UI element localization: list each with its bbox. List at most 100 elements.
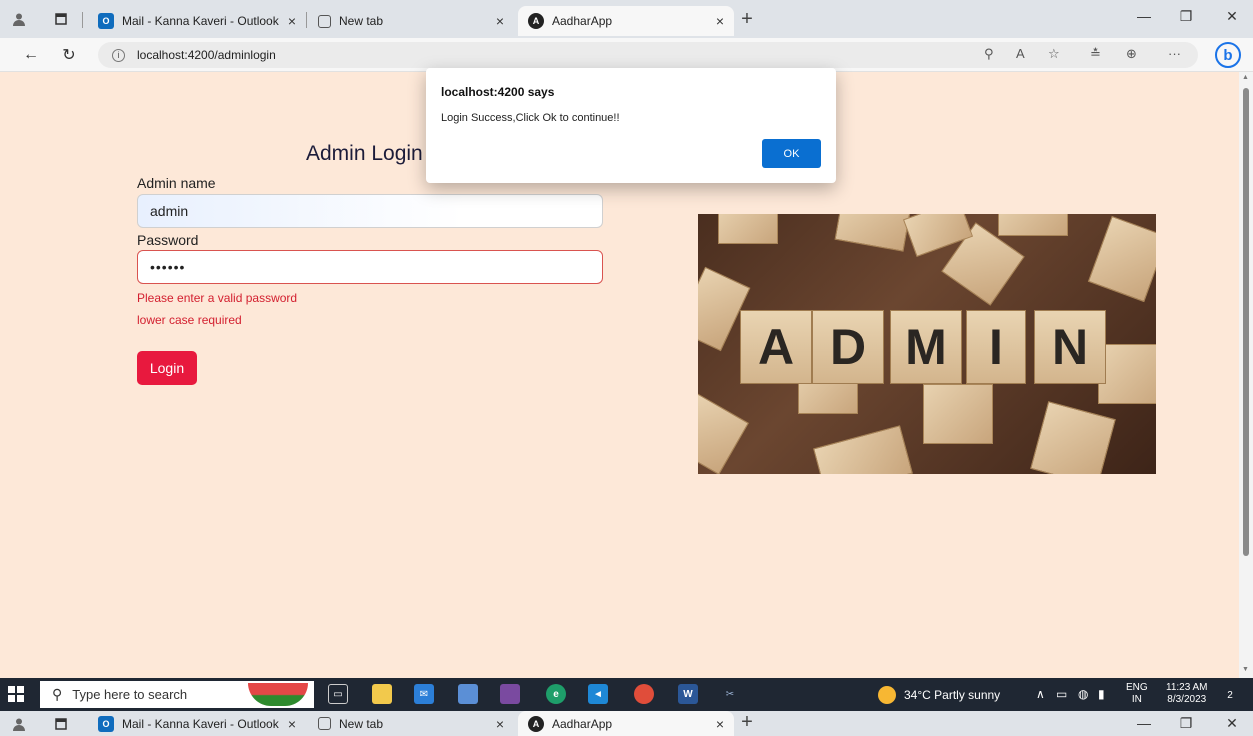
navigation-bar: ← ↻ i localhost:4200/adminlogin ⚲ A ☆ ≛ … bbox=[0, 38, 1253, 72]
network-icon[interactable]: ◍ bbox=[1078, 687, 1088, 701]
tab-separator bbox=[306, 12, 307, 28]
more-menu-icon[interactable]: ··· bbox=[1168, 46, 1181, 61]
partly-sunny-icon bbox=[878, 686, 896, 704]
tab-aadharapp[interactable]: A AadharApp × bbox=[518, 6, 734, 36]
restore-button[interactable]: ❐ bbox=[1171, 715, 1201, 732]
vscode-icon[interactable]: ◄ bbox=[588, 684, 608, 704]
close-window-button[interactable]: ✕ bbox=[1217, 715, 1247, 732]
notification-icon[interactable]: 2 bbox=[1220, 685, 1240, 705]
page-title: Admin Login bbox=[306, 142, 423, 165]
admin-name-input[interactable]: admin bbox=[137, 194, 603, 228]
admin-name-label: Admin name bbox=[137, 175, 216, 191]
tab-label: Mail - Kanna Kaveri - Outlook bbox=[122, 716, 279, 731]
tab-label: New tab bbox=[339, 14, 384, 28]
lang-top: ENG bbox=[1126, 682, 1148, 693]
tab-label: AadharApp bbox=[552, 14, 613, 28]
address-bar[interactable]: i localhost:4200/adminlogin bbox=[98, 42, 1198, 68]
edge-icon[interactable]: e bbox=[546, 684, 566, 704]
tab-label: Mail - Kanna Kaveri - Outlook bbox=[122, 14, 279, 28]
dialog-title: localhost:4200 says bbox=[441, 85, 555, 99]
close-tab-icon[interactable]: × bbox=[288, 13, 296, 29]
scroll-thumb[interactable] bbox=[1243, 88, 1249, 556]
tab-outlook[interactable]: O Mail - Kanna Kaveri - Outlook × bbox=[88, 6, 306, 36]
admin-image: A D M I N bbox=[698, 214, 1156, 474]
file-explorer-icon[interactable] bbox=[372, 684, 392, 704]
password-error: Please enter a valid password bbox=[137, 291, 298, 305]
close-tab-icon[interactable]: × bbox=[716, 13, 724, 29]
tray-chevron-icon[interactable]: ∧ bbox=[1036, 687, 1045, 701]
scroll-down-icon[interactable]: ▼ bbox=[1242, 666, 1249, 673]
outlook-icon: O bbox=[98, 13, 114, 29]
page-scrollbar[interactable]: ▲ ▼ bbox=[1239, 72, 1253, 678]
close-window-button[interactable]: ✕ bbox=[1217, 8, 1247, 25]
ok-button[interactable]: OK bbox=[762, 139, 821, 168]
url-text[interactable]: localhost:4200/adminlogin bbox=[137, 48, 276, 62]
new-tab-button[interactable]: + bbox=[738, 711, 756, 733]
microphone-icon[interactable]: ▮ bbox=[1098, 687, 1105, 701]
bing-icon[interactable]: b bbox=[1215, 42, 1241, 68]
outlook-icon: O bbox=[98, 715, 114, 732]
search-placeholder: Type here to search bbox=[72, 687, 188, 702]
tab-aadharapp[interactable]: A AadharApp × bbox=[518, 711, 734, 736]
new-tab-button[interactable]: + bbox=[738, 8, 756, 30]
tab-actions-icon[interactable] bbox=[52, 10, 70, 28]
alert-dialog: localhost:4200 says Login Success,Click … bbox=[426, 68, 836, 183]
notification-count: 2 bbox=[1227, 689, 1233, 701]
battery-icon[interactable]: ▭ bbox=[1056, 687, 1067, 701]
tab-new-tab[interactable]: New tab × bbox=[308, 6, 514, 36]
profile-icon[interactable] bbox=[10, 10, 28, 28]
weather-text: 34°C Partly sunny bbox=[904, 688, 1001, 702]
app-icon[interactable] bbox=[500, 684, 520, 704]
refresh-icon[interactable]: ↻ bbox=[58, 44, 80, 66]
letter-cube: I bbox=[966, 310, 1026, 384]
collections-icon[interactable]: ⊕ bbox=[1126, 46, 1137, 62]
tab-actions-icon[interactable] bbox=[52, 715, 70, 733]
task-view-icon[interactable]: ▭ bbox=[328, 684, 348, 704]
dialog-message: Login Success,Click Ok to continue!! bbox=[441, 112, 620, 124]
scroll-up-icon[interactable]: ▲ bbox=[1242, 74, 1249, 81]
snipping-tool-icon[interactable]: ✂ bbox=[720, 684, 740, 704]
word-icon[interactable]: W bbox=[678, 684, 698, 704]
mail-icon[interactable]: ✉ bbox=[414, 684, 434, 704]
chrome-icon[interactable] bbox=[634, 684, 654, 704]
close-tab-icon[interactable]: × bbox=[716, 716, 724, 732]
read-aloud-icon[interactable]: A bbox=[1016, 46, 1025, 61]
close-tab-icon[interactable]: × bbox=[496, 13, 504, 29]
windows-start-icon[interactable] bbox=[8, 686, 24, 702]
tab-strip-duplicate: O Mail - Kanna Kaveri - Outlook × New ta… bbox=[0, 711, 1253, 736]
weather-widget[interactable]: 34°C Partly sunny bbox=[878, 686, 1000, 704]
tab-strip: O Mail - Kanna Kaveri - Outlook × New ta… bbox=[0, 0, 1253, 38]
angular-icon: A bbox=[528, 13, 544, 29]
clock-date: 8/3/2023 bbox=[1167, 694, 1207, 705]
login-button[interactable]: Login bbox=[137, 351, 197, 385]
minimize-button[interactable]: — bbox=[1129, 715, 1159, 731]
letter-cube: A bbox=[740, 310, 812, 384]
close-tab-icon[interactable]: × bbox=[288, 716, 296, 732]
restore-button[interactable]: ❐ bbox=[1171, 8, 1201, 25]
tab-outlook[interactable]: O Mail - Kanna Kaveri - Outlook × bbox=[88, 711, 306, 736]
angular-icon: A bbox=[528, 715, 544, 732]
tab-label: New tab bbox=[339, 716, 384, 731]
letter-cube: M bbox=[890, 310, 962, 384]
close-tab-icon[interactable]: × bbox=[496, 716, 504, 732]
tab-new-tab[interactable]: New tab × bbox=[308, 711, 514, 736]
password-input[interactable]: •••••• bbox=[137, 250, 603, 284]
clock-time: 11:23 AM bbox=[1166, 682, 1208, 693]
key-icon[interactable]: ⚲ bbox=[984, 46, 994, 62]
language-indicator[interactable]: ENG IN bbox=[1126, 682, 1148, 706]
site-info-icon[interactable]: i bbox=[112, 48, 125, 62]
minimize-button[interactable]: — bbox=[1129, 8, 1159, 24]
search-icon: ⚲ bbox=[52, 686, 63, 702]
store-icon[interactable] bbox=[458, 684, 478, 704]
newtab-icon bbox=[318, 717, 331, 730]
tab-separator bbox=[82, 12, 83, 28]
password-label: Password bbox=[137, 232, 199, 248]
tab-label: AadharApp bbox=[552, 716, 613, 731]
favorite-star-icon[interactable]: ☆ bbox=[1048, 46, 1060, 62]
back-arrow-icon[interactable]: ← bbox=[20, 44, 42, 66]
lang-bottom: IN bbox=[1131, 694, 1142, 705]
profile-icon[interactable] bbox=[10, 715, 28, 733]
clock[interactable]: 11:23 AM 8/3/2023 bbox=[1166, 682, 1208, 706]
favorites-icon[interactable]: ≛ bbox=[1090, 46, 1101, 62]
newtab-icon bbox=[318, 14, 331, 28]
